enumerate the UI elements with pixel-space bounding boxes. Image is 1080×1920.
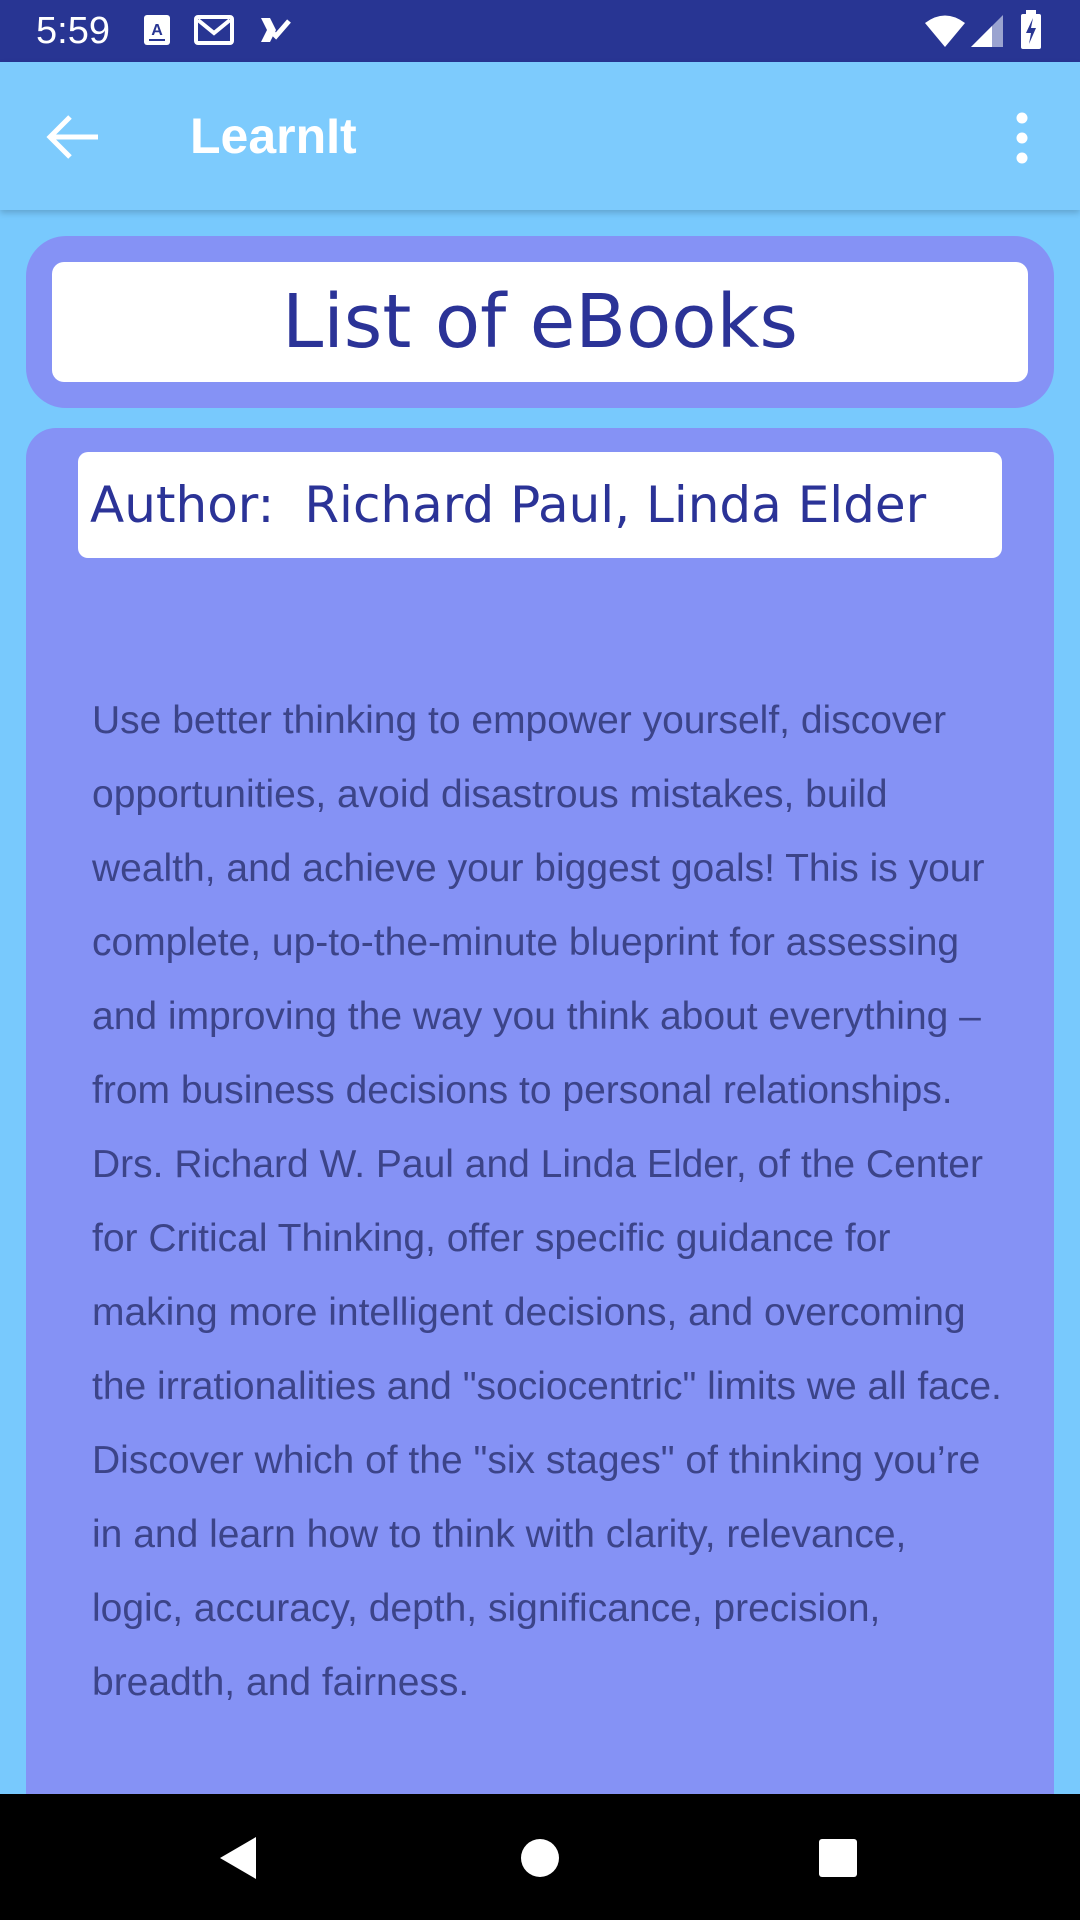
page-title: List of eBooks — [52, 262, 1028, 382]
status-time: 5:59 — [36, 10, 110, 52]
wifi-icon — [925, 15, 965, 47]
recents-square-icon[interactable] — [818, 1838, 858, 1878]
status-bar: 5:59 A — [0, 0, 1080, 62]
author-box: Author: Richard Paul, Linda Elder — [78, 452, 1002, 558]
app-title: LearnIt — [190, 108, 357, 164]
more-options-icon[interactable] — [1004, 112, 1040, 164]
book-description: Use better thinking to empower yourself,… — [92, 699, 1002, 1704]
author-label: Author: — [90, 476, 275, 534]
task-check-icon — [261, 18, 291, 42]
app-bar: LearnIt — [0, 62, 1080, 210]
gmail-icon — [194, 15, 234, 45]
back-triangle-icon[interactable] — [216, 1834, 260, 1882]
battery-charging-icon — [1021, 10, 1041, 49]
svg-text:A: A — [151, 22, 163, 39]
home-circle-icon[interactable] — [520, 1838, 560, 1878]
header-card: List of eBooks — [26, 236, 1054, 408]
ebook-card: Author: Richard Paul, Linda Elder Use be… — [26, 428, 1054, 1794]
signal-icon — [971, 15, 1003, 47]
navigation-bar — [0, 1794, 1080, 1920]
a-icon: A — [144, 15, 170, 45]
back-arrow-icon[interactable] — [46, 112, 102, 162]
author-name: Richard Paul, Linda Elder — [304, 476, 927, 534]
